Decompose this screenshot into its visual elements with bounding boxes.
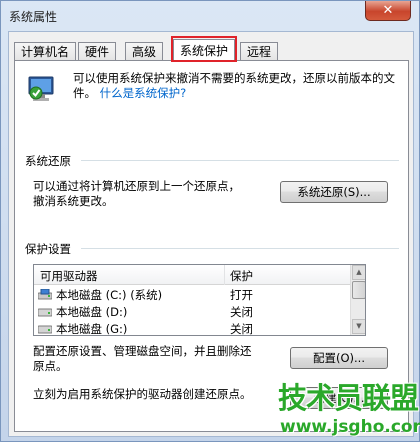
list-item[interactable]: 本地磁盘 (G:) 关闭 — [34, 320, 350, 336]
what-is-system-protection-link[interactable]: 什么是系统保护? — [100, 86, 187, 100]
drive-name: 本地磁盘 (D:) — [56, 305, 128, 319]
drive-list[interactable]: 可用驱动器 保护 本地磁盘 (C:) (系统) 打开 本地磁盘 (D:) 关闭 … — [33, 264, 366, 336]
list-item[interactable]: 本地磁盘 (C:) (系统) 打开 — [34, 286, 350, 303]
vertical-scrollbar[interactable]: ▲ ▼ — [350, 265, 365, 335]
column-separator — [224, 265, 225, 285]
create-description: 立刻为启用系统保护的驱动器创建还原点。 — [33, 387, 252, 401]
restore-description-line-1: 可以通过将计算机还原到上一个还原点， — [33, 179, 240, 193]
protection-status: 关闭 — [230, 322, 253, 336]
configure-button[interactable]: 配置(O)... — [290, 347, 388, 369]
list-header: 可用驱动器 保护 — [34, 265, 350, 285]
watermark-url: www.jsgho.com — [280, 417, 420, 437]
system-drive-icon — [38, 289, 52, 300]
system-restore-button[interactable]: 系统还原(S)... — [280, 181, 388, 203]
scroll-down-icon[interactable]: ▼ — [352, 319, 365, 334]
restore-description-line-2: 撤消系统更改。 — [33, 194, 114, 208]
window-title: 系统属性 — [9, 10, 58, 24]
drive-icon — [38, 308, 52, 317]
drive-icon — [38, 325, 52, 334]
list-item[interactable]: 本地磁盘 (D:) 关闭 — [34, 303, 350, 320]
protection-settings-group-label: 保护设置 — [25, 242, 71, 256]
scroll-thumb[interactable] — [352, 281, 365, 299]
group-divider — [81, 160, 399, 161]
drive-name: 本地磁盘 (C:) (系统) — [56, 288, 163, 302]
column-header-drives[interactable]: 可用驱动器 — [40, 268, 98, 284]
group-divider — [81, 248, 399, 249]
tab-remote[interactable]: 远程 — [240, 42, 279, 61]
tab-system-protection[interactable]: 系统保护 — [173, 39, 236, 62]
system-restore-group-label: 系统还原 — [25, 154, 71, 168]
tab-hardware[interactable]: 硬件 — [78, 42, 117, 61]
tab-advanced[interactable]: 高级 — [125, 42, 164, 61]
configure-description-line-2: 原点。 — [33, 359, 68, 373]
tab-computer-name[interactable]: 计算机名 — [14, 42, 77, 61]
watermark: 技术员联盟 www.jsgho.com — [278, 375, 420, 441]
drive-name: 本地磁盘 (G:) — [56, 322, 128, 336]
column-header-protection[interactable]: 保护 — [230, 268, 253, 284]
protection-status: 打开 — [230, 288, 253, 302]
watermark-title: 技术员联盟 — [278, 381, 419, 415]
configure-description-line-1: 配置还原设置、管理磁盘空间，并且删除还 — [33, 344, 252, 358]
system-protection-icon — [28, 76, 54, 101]
intro-text: 可以使用系统保护来撤消不需要的系统更改，还原以前版本的文件。 什么是系统保护? — [73, 71, 398, 101]
close-button[interactable]: ✕ — [365, 1, 411, 21]
protection-status: 关闭 — [230, 305, 253, 319]
scroll-up-icon[interactable]: ▲ — [352, 265, 365, 280]
